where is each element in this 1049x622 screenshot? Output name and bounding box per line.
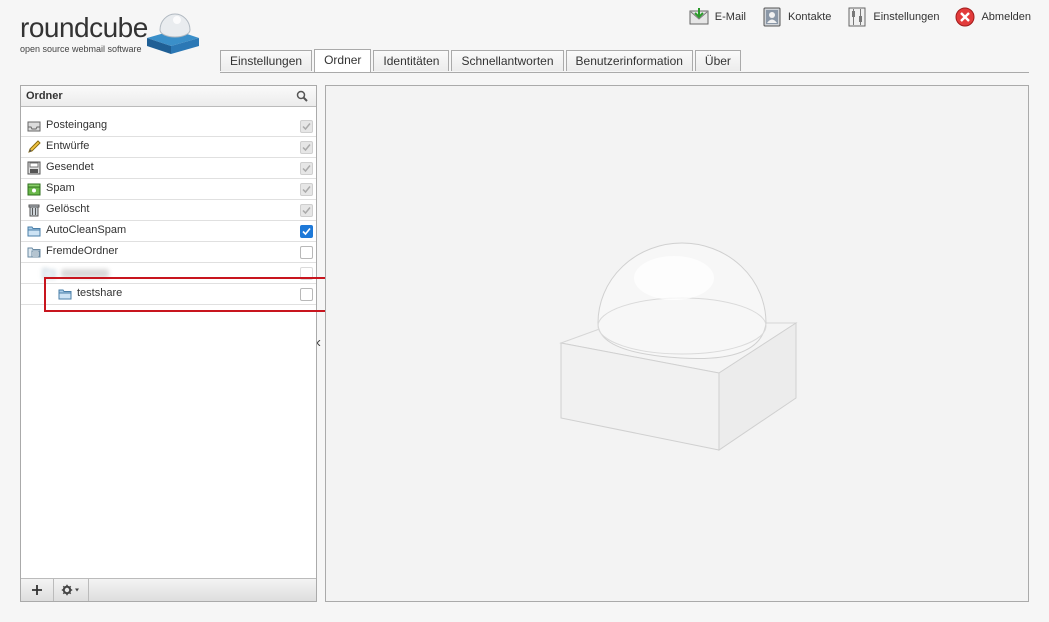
logout-icon <box>955 7 975 27</box>
subscribe-checkbox <box>300 162 313 175</box>
roundcube-logo: roundcube open source webmail software <box>20 8 200 56</box>
folder-name: Entwürfe <box>46 140 90 152</box>
search-icon[interactable] <box>296 90 308 102</box>
content-panel <box>325 85 1029 602</box>
tab-identitaeten[interactable]: Identitäten <box>373 50 450 71</box>
folder-name: Posteingang <box>46 119 108 131</box>
folder-icon <box>27 226 41 237</box>
folder-row-gesendet[interactable]: Gesendet <box>21 158 316 179</box>
shared-folder-icon <box>27 247 41 258</box>
tab-schnellantworten[interactable]: Schnellantworten <box>451 50 564 71</box>
subscribe-checkbox[interactable] <box>300 225 313 238</box>
folders-panel: Ordner Posteingang Entwürfe Gesendet Spa… <box>20 85 327 602</box>
folders-panel-header: Ordner <box>21 86 316 107</box>
top-navigation: E-Mail Kontakte Einstellungen Abmelden <box>689 7 1031 27</box>
nav-mail[interactable]: E-Mail <box>689 7 746 27</box>
folder-name: AutoCleanSpam <box>46 224 127 236</box>
folder-row-entwuerfe[interactable]: Entwürfe <box>21 137 316 158</box>
nav-logout-label: Abmelden <box>981 11 1031 23</box>
subscribe-checkbox[interactable] <box>300 246 313 259</box>
tab-ueber[interactable]: Über <box>694 50 741 71</box>
plus-icon <box>32 585 42 595</box>
subscribe-checkbox <box>300 183 313 196</box>
folders-panel-footer <box>21 578 316 601</box>
folder-row-autocleanspam[interactable]: AutoCleanSpam <box>21 221 316 242</box>
tab-ordner[interactable]: Ordner <box>314 49 372 72</box>
spam-icon <box>27 183 41 196</box>
mail-icon <box>689 8 709 25</box>
panel-splitter[interactable] <box>317 340 321 346</box>
logo-text: roundcube <box>20 12 148 43</box>
roundcube-box-icon <box>147 13 199 54</box>
subscribe-checkbox <box>300 120 313 133</box>
folder-row-posteingang[interactable]: Posteingang <box>21 116 316 137</box>
roundcube-watermark-icon <box>559 242 798 451</box>
nav-logout[interactable]: Abmelden <box>955 7 1031 27</box>
sent-icon <box>27 161 41 175</box>
nav-settings[interactable]: Einstellungen <box>847 7 939 27</box>
settings-icon <box>848 7 866 27</box>
tabs-divider <box>220 72 1029 73</box>
nav-contacts-label: Kontakte <box>787 11 832 23</box>
folder-name: Gelöscht <box>46 203 90 215</box>
highlight-box <box>44 277 327 312</box>
gear-icon <box>61 584 79 596</box>
folders-panel-title: Ordner <box>26 90 63 102</box>
settings-tabs: Einstellungen Ordner Identitäten Schnell… <box>220 49 743 72</box>
folder-actions-button[interactable] <box>54 579 89 601</box>
nav-settings-label: Einstellungen <box>873 11 940 23</box>
folder-name: Spam <box>46 182 75 194</box>
tab-benutzerinformation[interactable]: Benutzerinformation <box>565 50 693 71</box>
contacts-icon <box>763 7 781 27</box>
subscribe-checkbox <box>300 141 313 154</box>
logo-tagline: open source webmail software <box>20 44 142 54</box>
nav-mail-label: E-Mail <box>714 11 746 23</box>
nav-contacts[interactable]: Kontakte <box>762 7 831 27</box>
tab-einstellungen[interactable]: Einstellungen <box>220 50 313 71</box>
folder-name: FremdeOrdner <box>46 245 119 257</box>
folder-row-spam[interactable]: Spam <box>21 179 316 200</box>
inbox-icon <box>27 121 41 132</box>
subscribe-checkbox <box>300 204 313 217</box>
folder-row-fremdeordner[interactable]: FremdeOrdner <box>21 242 316 263</box>
folder-row-geloescht[interactable]: Gelöscht <box>21 200 316 221</box>
drafts-icon <box>28 140 41 153</box>
folder-name: Gesendet <box>46 161 94 173</box>
trash-icon <box>28 204 40 217</box>
add-folder-button[interactable] <box>21 579 54 601</box>
